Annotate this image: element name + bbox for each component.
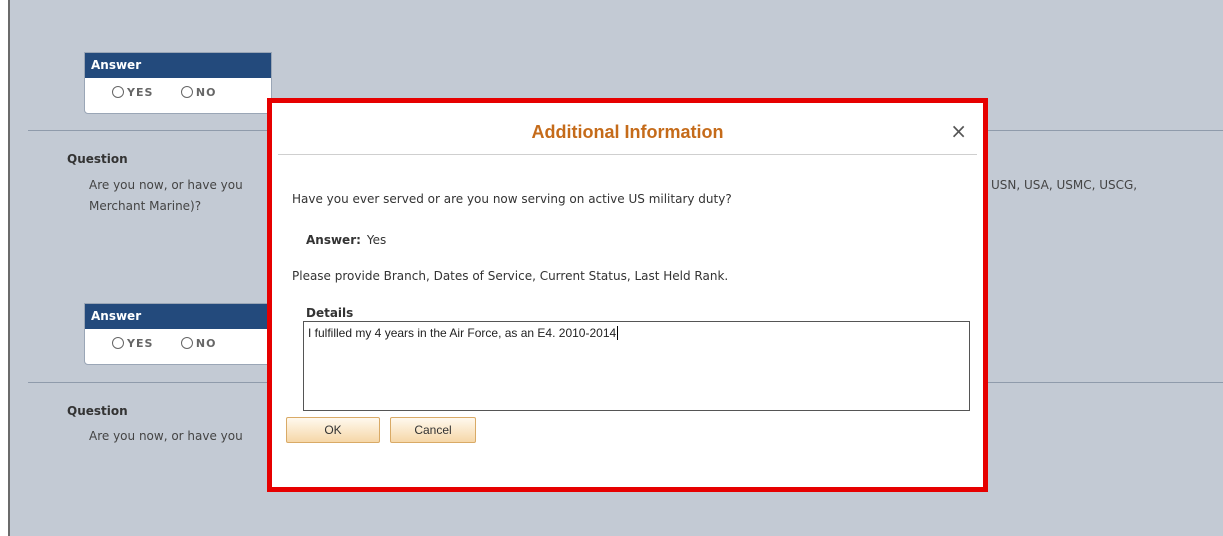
radio-yes[interactable]: YES [112,337,153,350]
question-text-line2: Merchant Marine)? [89,199,202,213]
details-label: Details [306,306,354,320]
radio-yes[interactable]: YES [112,86,153,99]
ok-button[interactable]: OK [286,417,380,443]
radio-no-label: NO [195,86,217,99]
radio-yes-label: YES [127,86,154,99]
modal-titlebar: Additional Information × [278,109,977,155]
radio-yes-circle[interactable] [112,337,124,349]
modal-answer-value: Yes [366,233,387,247]
close-icon[interactable]: × [950,119,967,143]
radio-no-circle[interactable] [180,86,193,98]
radio-no[interactable]: NO [180,337,217,350]
question-label: Question [67,152,128,166]
radio-no-label: NO [195,337,217,350]
answer-box-1: Answer YES NO [84,52,272,114]
answer-box-2: Answer YES NO [84,303,272,365]
radio-no[interactable]: NO [180,86,217,99]
radio-no-circle[interactable] [180,337,193,349]
additional-info-modal: Additional Information × Have you ever s… [267,98,988,492]
modal-instructions: Please provide Branch, Dates of Service,… [292,269,729,283]
radio-yes-label: YES [127,337,154,350]
answer-options: YES NO [85,329,271,364]
modal-answer-line: Answer: Yes [306,233,386,247]
answer-options: YES NO [85,78,271,113]
answer-header: Answer [85,53,271,78]
question-text-left: Are you now, or have you [89,178,243,192]
answer-header: Answer [85,304,271,329]
modal-answer-label: Answer: [306,233,361,247]
left-frame-border [0,0,10,536]
radio-yes-circle[interactable] [112,86,124,98]
text-caret [617,326,619,340]
modal-title: Additional Information [531,122,724,142]
cancel-button[interactable]: Cancel [390,417,476,443]
details-text: I fulfilled my 4 years in the Air Force,… [308,326,617,340]
modal-question-text: Have you ever served or are you now serv… [292,192,732,206]
details-textarea[interactable]: I fulfilled my 4 years in the Air Force,… [303,321,970,411]
question-text-left: Are you now, or have you [89,429,243,443]
question-text-right: USN, USA, USMC, USCG, [991,178,1138,192]
question-label: Question [67,404,128,418]
